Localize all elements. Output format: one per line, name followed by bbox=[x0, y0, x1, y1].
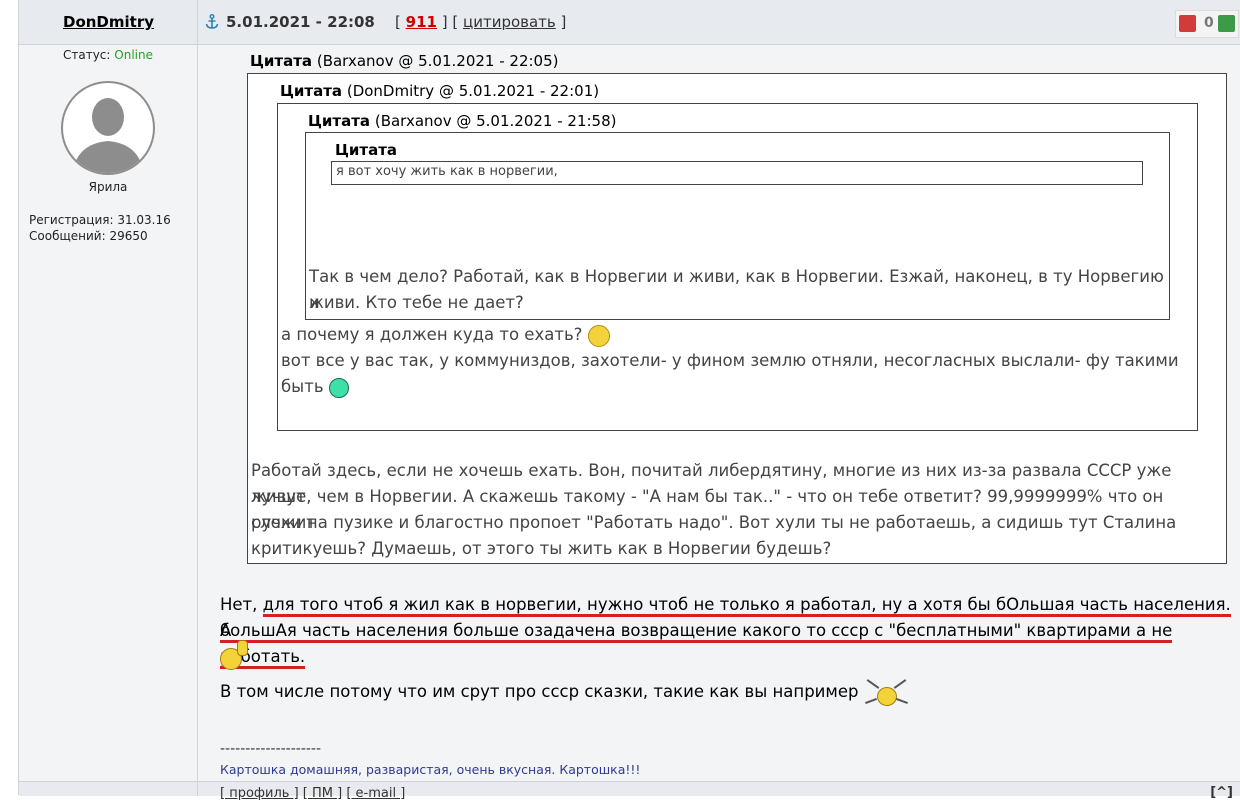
quote-label-4: Цитата bbox=[335, 141, 398, 159]
quote-text-4: я вот хочу жить как в норвегии, bbox=[336, 164, 558, 179]
post-body: Цитата (Barxanov @ 5.01.2021 - 22:05) Ци… bbox=[198, 45, 1240, 785]
quote-label-2: Цитата bbox=[280, 82, 343, 100]
sidebar-footer bbox=[19, 781, 198, 796]
scroll-top-button[interactable]: [^] bbox=[1210, 785, 1233, 800]
post-footer: [ профиль ] [ ПМ ] [ e-mail ] [^] bbox=[198, 781, 1240, 801]
message-line-3: В том числе потому что им срут про ссср … bbox=[220, 678, 910, 706]
open-bracket: [ bbox=[395, 13, 401, 31]
message-line-2: большАя часть населения больше озадачена… bbox=[220, 618, 1240, 670]
rating-box: 0 bbox=[1175, 10, 1239, 38]
quote-header-3: Цитата (Barxanov @ 5.01.2021 - 21:58) bbox=[308, 112, 616, 130]
close-bracket: ] bbox=[560, 13, 567, 31]
post-header: 5.01.2021 - 22:08 [ 911 ] [ цитировать ]… bbox=[198, 0, 1240, 45]
quote-meta-2: (DonDmitry @ 5.01.2021 - 22:01) bbox=[346, 82, 600, 100]
thumb-up-icon[interactable] bbox=[1218, 15, 1235, 32]
sad-pointing-smiley-icon bbox=[220, 640, 248, 670]
quote-text-2-line1-text: а почему я должен куда то ехать? bbox=[281, 325, 583, 344]
signature-separator: -------------------- bbox=[220, 741, 322, 757]
quote-header-2: Цитата (DonDmitry @ 5.01.2021 - 22:01) bbox=[280, 82, 599, 100]
email-link[interactable]: [ e-mail ] bbox=[346, 786, 405, 801]
status-line: Статус: Online bbox=[19, 48, 197, 62]
quote-text-2-line3-text: быть bbox=[281, 377, 324, 396]
mid-bracket: ] [ bbox=[441, 13, 459, 31]
quote-label-3: Цитата bbox=[308, 112, 371, 130]
profile-link[interactable]: [ профиль ] bbox=[220, 786, 299, 801]
thumb-down-icon[interactable] bbox=[1179, 15, 1196, 32]
message-line-3-text: В том числе потому что им срут про ссср … bbox=[220, 682, 859, 701]
green-ball-smiley-icon bbox=[328, 377, 349, 398]
quote-text-1-line3: ручки на пузике и благостно пропоет "Раб… bbox=[251, 513, 1177, 532]
post-date: 5.01.2021 - 22:08 bbox=[226, 13, 375, 31]
post-links: [ 911 ] [ цитировать ] bbox=[395, 13, 566, 31]
anchor-icon[interactable] bbox=[205, 14, 219, 30]
quote-box-3: Цитата я вот хочу жить как в норвегии, Т… bbox=[305, 132, 1170, 320]
quote-box-1: Цитата (DonDmitry @ 5.01.2021 - 22:01) Ц… bbox=[247, 73, 1227, 564]
quote-box-2: Цитата (Barxanov @ 5.01.2021 - 21:58) Ци… bbox=[277, 103, 1198, 431]
username-link[interactable]: DonDmitry bbox=[63, 13, 154, 31]
quote-text-2-line2: вот все у вас так, у коммуниздов, захоте… bbox=[281, 351, 1179, 370]
quote-meta-3: (Barxanov @ 5.01.2021 - 21:58) bbox=[374, 112, 617, 130]
author-sidebar: Статус: Online Ярила Регистрация: 31.03.… bbox=[19, 45, 198, 795]
registration-date: Регистрация: 31.03.16 bbox=[29, 213, 171, 227]
quote-link[interactable]: цитировать bbox=[463, 13, 556, 31]
quote-header-1: Цитата (Barxanov @ 5.01.2021 - 22:05) bbox=[250, 52, 558, 70]
avatar-icon bbox=[61, 81, 155, 175]
footer-links: [ профиль ] [ ПМ ] [ e-mail ] bbox=[220, 786, 405, 801]
post-count: Сообщений: 29650 bbox=[29, 229, 148, 243]
post: DonDmitry 5.01.2021 - 22:08 [ 911 ] [ ци… bbox=[18, 0, 1240, 801]
quote-text-3-line2: живи. Кто тебе не дает? bbox=[309, 293, 524, 312]
quote-meta-1: (Barxanov @ 5.01.2021 - 22:05) bbox=[316, 52, 559, 70]
quote-text-2-line3: быть bbox=[281, 374, 349, 400]
user-rank: Ярила bbox=[88, 180, 128, 194]
rating-value: 0 bbox=[1204, 15, 1214, 31]
pm-link[interactable]: [ ПМ ] bbox=[303, 786, 342, 801]
message-underlined-2: большАя часть населения больше озадачена… bbox=[220, 621, 1173, 669]
quote-text-2-line1: а почему я должен куда то ехать? bbox=[281, 322, 610, 348]
quote-header-4: Цитата bbox=[335, 141, 397, 159]
user-stats: Регистрация: 31.03.16 Сообщений: 29650 bbox=[29, 212, 171, 244]
cool-smiley-icon bbox=[587, 324, 610, 347]
message-prefix: Нет, bbox=[220, 595, 258, 614]
status-label: Статус: bbox=[62, 48, 111, 62]
quote-label-1: Цитата bbox=[250, 52, 313, 70]
quote-text-1-line4: критикуешь? Думаешь, от этого ты жить ка… bbox=[251, 539, 832, 558]
dancing-smiley-icon bbox=[864, 678, 910, 706]
author-cell: DonDmitry bbox=[19, 0, 198, 45]
post-number-link[interactable]: 911 bbox=[406, 13, 437, 31]
signature-text: Картошка домашняя, разваристая, очень вк… bbox=[220, 762, 641, 777]
status-value: Online bbox=[114, 48, 153, 62]
quote-box-4: я вот хочу жить как в норвегии, bbox=[331, 161, 1143, 185]
